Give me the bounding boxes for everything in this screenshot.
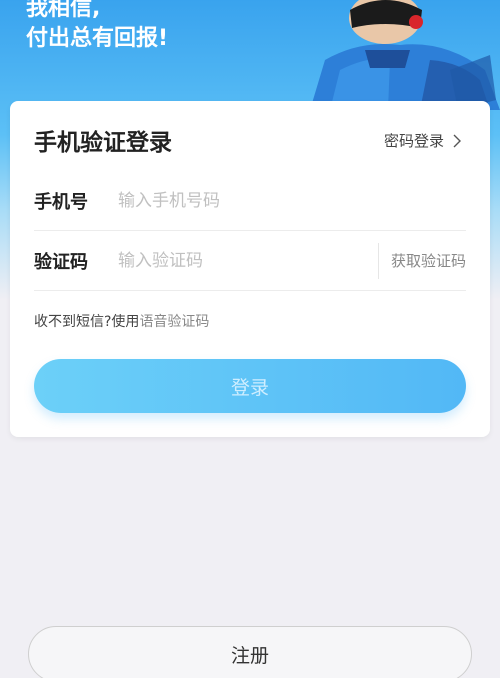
- phone-label: 手机号: [34, 191, 88, 213]
- code-label: 验证码: [34, 251, 88, 273]
- register-button[interactable]: 注册: [28, 626, 472, 678]
- page-title: 手机验证登录: [34, 130, 172, 156]
- voice-hint-text: 收不到短信?使用: [34, 314, 140, 330]
- verification-code-input[interactable]: [118, 240, 378, 281]
- login-button[interactable]: 登录: [34, 359, 466, 413]
- courier-figure-image: [310, 0, 500, 110]
- login-card: 手机验证登录 密码登录 手机号 验证码 获取验证码 收不到短信?使用语音验证码 …: [10, 101, 490, 437]
- phone-input[interactable]: [118, 180, 466, 221]
- chevron-right-icon: [453, 134, 461, 147]
- voice-code-link[interactable]: 语音验证码: [139, 314, 209, 330]
- phone-row: 手机号: [34, 171, 466, 231]
- voice-code-hint: 收不到短信?使用语音验证码: [34, 311, 209, 331]
- password-login-label: 密码登录: [383, 132, 444, 150]
- hero-slogan: 我相信, 付出总有回报!: [26, 0, 168, 54]
- slogan-line-2: 付出总有回报!: [26, 26, 169, 51]
- code-row: 验证码 获取验证码: [34, 231, 466, 291]
- get-code-button[interactable]: 获取验证码: [391, 250, 466, 271]
- divider: [377, 242, 379, 279]
- slogan-line-1: 我相信,: [26, 0, 101, 21]
- password-login-link[interactable]: 密码登录: [384, 130, 462, 151]
